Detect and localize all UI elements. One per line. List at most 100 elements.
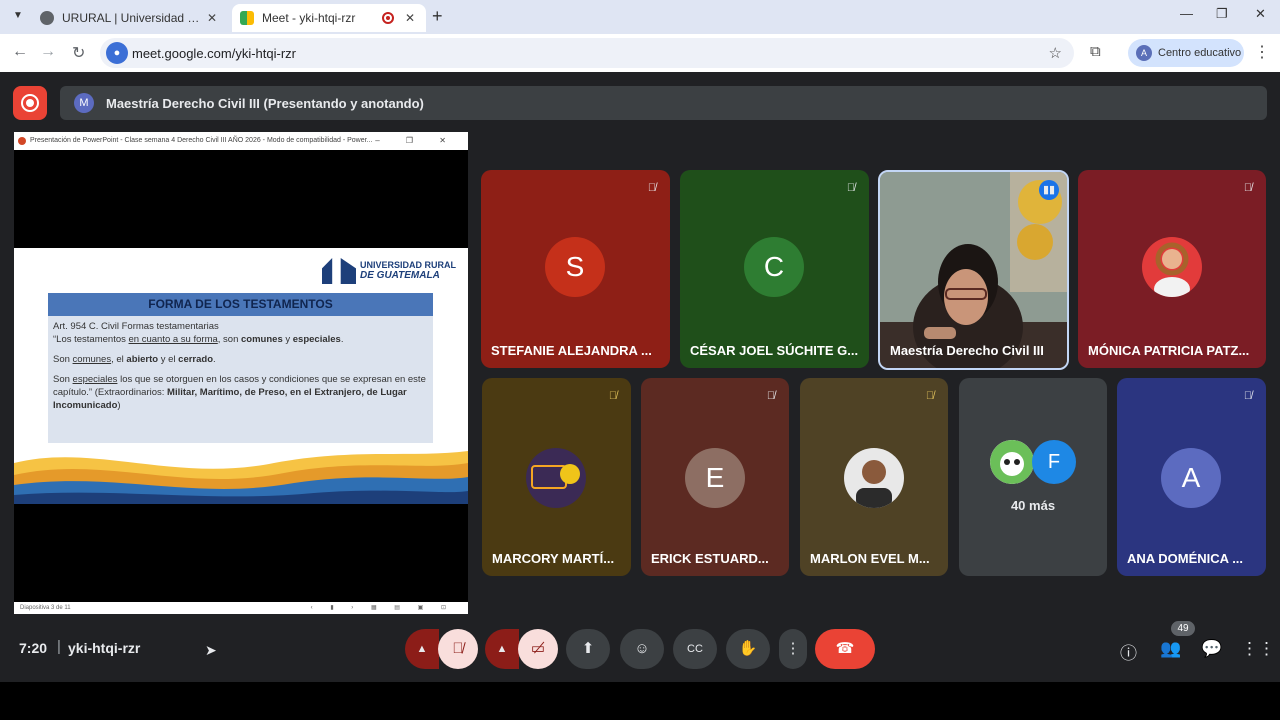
slide-text: Son — [53, 374, 73, 385]
muted-icon: 🎙̸ — [647, 182, 657, 194]
tab-meet[interactable]: Meet - yki-htqi-rzr ✕ — [232, 4, 426, 32]
mouse-cursor-icon: ➤ — [205, 642, 217, 658]
avatar: A — [1136, 45, 1152, 61]
tab-title: Meet - yki-htqi-rzr — [262, 11, 356, 25]
slide-text: y — [282, 334, 293, 345]
shared-window-titlebar: Presentación de PowerPoint - Clase seman… — [14, 132, 468, 150]
avatar: S — [545, 237, 605, 297]
avatar — [844, 448, 904, 508]
presenting-banner: M Maestría Derecho Civil III (Presentand… — [60, 86, 1267, 120]
avatar: F — [1032, 440, 1076, 484]
back-icon[interactable]: ← — [12, 43, 28, 61]
slide-text: especiales — [72, 374, 118, 385]
participant-tile[interactable]: 🎙̸ E ERICK ESTUARD... — [641, 378, 789, 576]
slide-paragraph: Art. 954 C. Civil Formas testamentarias “… — [53, 320, 428, 346]
participant-tile[interactable]: 🎙̸ MÓNICA PATRICIA PATZ... — [1078, 170, 1266, 368]
globe-icon — [40, 11, 54, 25]
camera-off-button[interactable]: ▭̸ — [518, 629, 558, 669]
captions-button[interactable]: CC — [673, 629, 717, 669]
address-bar[interactable]: ● meet.google.com/yki-htqi-rzr ☆ — [100, 38, 1074, 68]
browser-toolbar: ← → ↻ ● meet.google.com/yki-htqi-rzr ☆ ⧉… — [0, 34, 1280, 72]
meeting-info-icon[interactable]: ⓘ — [1120, 639, 1137, 664]
slide-text: Son — [53, 354, 73, 365]
browser-menu-icon[interactable]: ⋮ — [1254, 42, 1270, 62]
chat-icon[interactable]: 💬 — [1201, 639, 1222, 659]
slide-text: cerrado — [178, 354, 214, 365]
slide-content-box: FORMA DE LOS TESTAMENTOS Art. 954 C. Civ… — [48, 293, 433, 443]
os-bottom-bar — [0, 682, 1280, 720]
muted-icon: 🎙̸ — [1243, 182, 1253, 194]
extensions-icon[interactable]: ⧉ — [1090, 43, 1101, 60]
microphone-off-button[interactable]: 🎙̸ — [438, 629, 478, 669]
meeting-time: 7:20 — [19, 640, 48, 656]
tab-urural[interactable]: URURAL | Universidad Rural de ✕ — [32, 4, 228, 32]
emoji-reactions-button[interactable]: ☺ — [620, 629, 664, 669]
new-tab-button[interactable]: + — [432, 6, 443, 27]
participant-tile[interactable]: 🎙̸ C CÉSAR JOEL SÚCHITE G... — [680, 170, 869, 368]
slide-text: “Los testamentos — [53, 334, 129, 345]
maximize-icon[interactable]: ❐ — [1216, 6, 1228, 22]
activities-icon[interactable]: ⋮⋮ — [1241, 639, 1275, 659]
forward-icon[interactable]: → — [40, 43, 56, 61]
university-mark-icon — [322, 258, 356, 284]
slide-text: especiales — [292, 334, 341, 345]
avatar — [1142, 237, 1202, 297]
slide-wave-decoration — [14, 451, 468, 504]
slide-text: comunes — [72, 354, 112, 365]
raise-hand-button[interactable]: ✋ — [726, 629, 770, 669]
people-icon[interactable]: 👥 — [1160, 639, 1181, 659]
more-participants-label: 40 más — [1010, 498, 1056, 513]
participant-tile-speaker[interactable]: ▮▮ Maestría Derecho Civil III — [878, 170, 1069, 370]
university-logo: UNIVERSIDAD RURAL DE GUATEMALA — [320, 258, 457, 286]
more-options-button[interactable]: ⋮ — [779, 629, 807, 669]
participant-name: MARLON EVEL M... — [810, 551, 930, 566]
participant-name: MÓNICA PATRICIA PATZ... — [1088, 343, 1250, 358]
minimize-icon[interactable]: — — [1180, 6, 1193, 21]
speaker-video — [880, 172, 1067, 368]
shared-screen[interactable]: Presentación de PowerPoint - Clase seman… — [14, 132, 468, 614]
avatar: C — [744, 237, 804, 297]
muted-icon: 🎙̸ — [925, 390, 935, 402]
close-window-icon[interactable]: ✕ — [1255, 6, 1266, 22]
tab-search-button[interactable]: ▼ — [8, 6, 28, 26]
avatar: M — [74, 93, 94, 113]
slide-paragraph: Son comunes, el abierto y el cerrado. — [53, 353, 428, 366]
participant-tile[interactable]: 🎙̸ MARLON EVEL M... — [800, 378, 948, 576]
browser-chrome: ▼ URURAL | Universidad Rural de ✕ Meet -… — [0, 0, 1280, 72]
participant-name: STEFANIE ALEJANDRA ... — [491, 343, 652, 358]
participant-tile[interactable]: 🎙̸ S STEFANIE ALEJANDRA ... — [481, 170, 670, 368]
profile-button[interactable]: A Centro educativo — [1128, 39, 1244, 67]
muted-icon: 🎙̸ — [1243, 390, 1253, 402]
others-tile[interactable]: F 40 más — [959, 378, 1107, 576]
close-tab-icon[interactable]: ✕ — [402, 11, 418, 25]
separator: | — [57, 638, 61, 655]
participant-tile[interactable]: 🎙̸ A ANA DOMÉNICA ... — [1117, 378, 1266, 576]
avatar: A — [1161, 448, 1221, 508]
avatar — [990, 440, 1034, 484]
slide-text: y el — [158, 354, 179, 365]
logo-line1: UNIVERSIDAD RURAL — [360, 260, 457, 270]
presenting-text: Maestría Derecho Civil III (Presentando … — [106, 95, 424, 111]
muted-icon: 🎙̸ — [608, 390, 618, 402]
leave-call-button[interactable]: ☎ — [815, 629, 875, 669]
url-text: meet.google.com/yki-htqi-rzr — [132, 46, 296, 61]
reload-icon[interactable]: ↻ — [72, 43, 85, 63]
window-controls-icon: – ❐ ✕ — [375, 136, 458, 145]
participant-name: CÉSAR JOEL SÚCHITE G... — [690, 343, 859, 358]
present-screen-button[interactable]: ⬆ — [566, 629, 610, 669]
recording-button[interactable] — [13, 86, 47, 120]
participant-tile[interactable]: 🎙̸ MARCORY MARTÍ... — [482, 378, 631, 576]
audio-options-button[interactable]: ▲ — [405, 629, 439, 669]
video-options-button[interactable]: ▲ — [485, 629, 519, 669]
slide-paragraph: Son especiales los que se otorguen en lo… — [53, 373, 428, 412]
slide-text: abierto — [126, 354, 159, 365]
close-tab-icon[interactable]: ✕ — [204, 11, 220, 25]
slide-heading: FORMA DE LOS TESTAMENTOS — [48, 293, 433, 316]
slide-text: Art. 954 C. Civil Formas testamentarias — [53, 321, 219, 332]
avatar: E — [685, 448, 745, 508]
muted-icon: 🎙̸ — [766, 390, 776, 402]
microphone-site-icon[interactable]: ● — [106, 42, 128, 64]
bookmark-star-icon[interactable]: ☆ — [1049, 44, 1062, 62]
meet-icon — [240, 11, 254, 25]
meet-stage: M Maestría Derecho Civil III (Presentand… — [0, 72, 1280, 682]
